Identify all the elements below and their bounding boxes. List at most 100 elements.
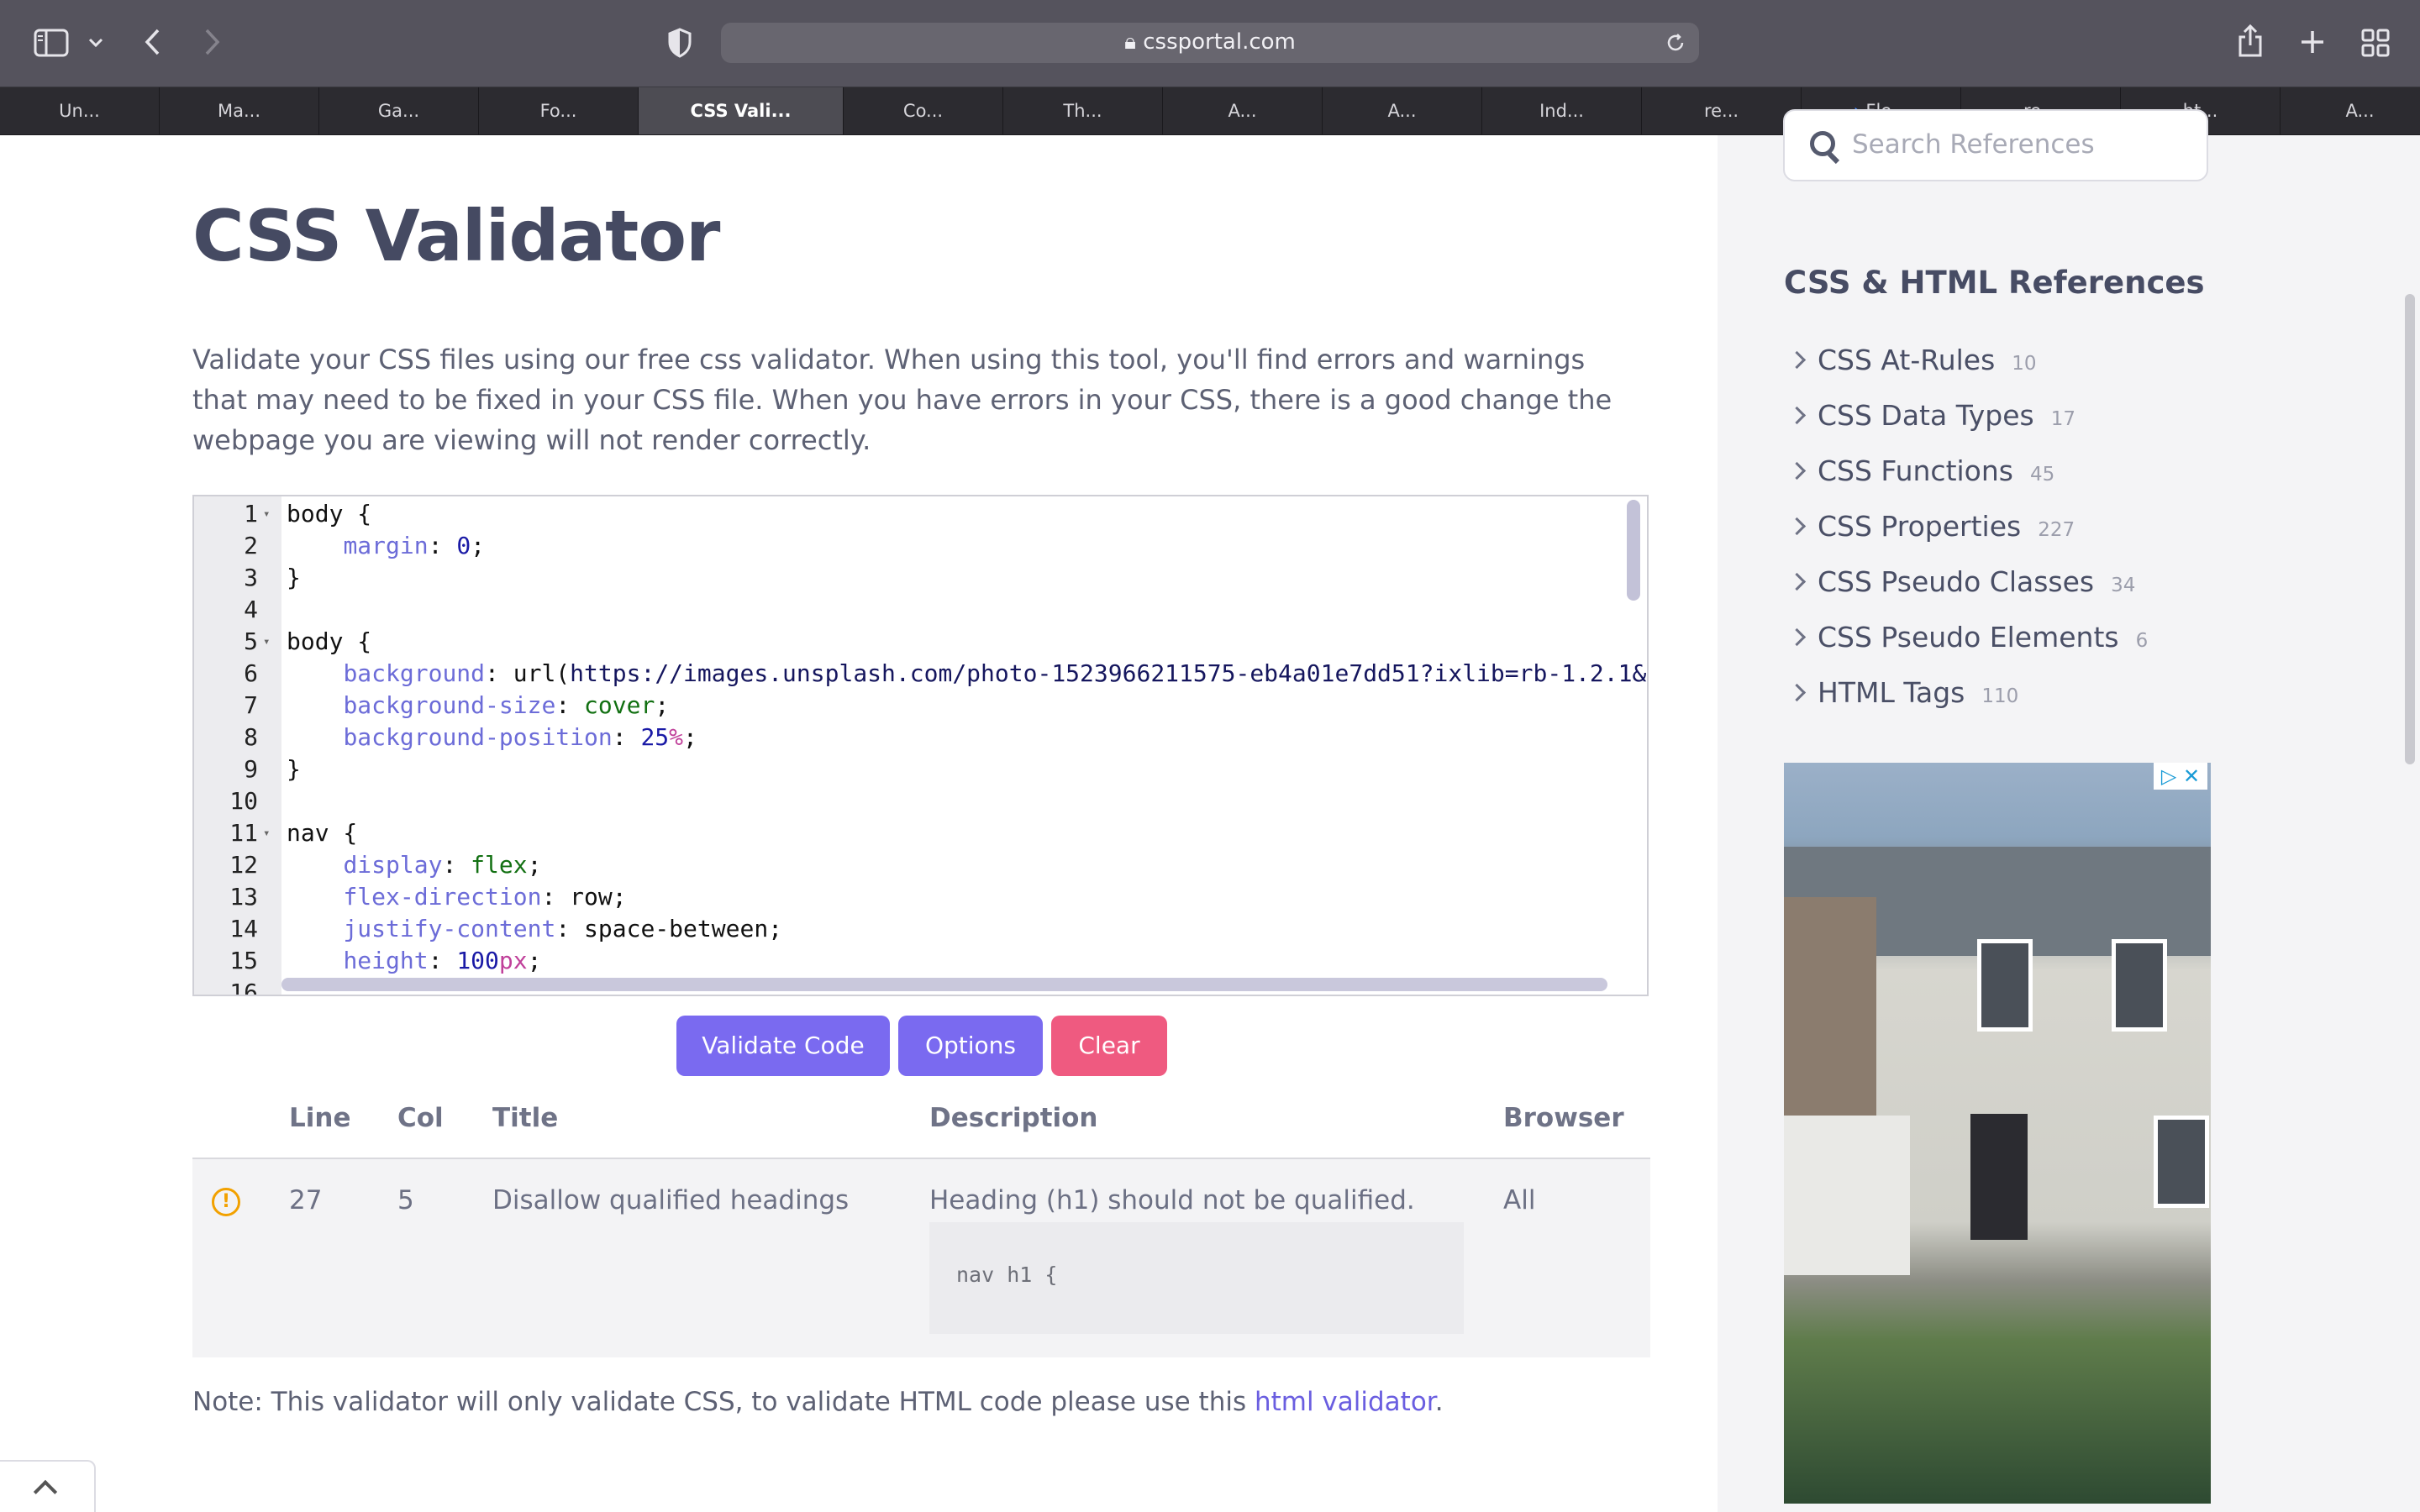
line-number: 7 — [244, 691, 258, 719]
lock-icon: 🔒︎ — [1124, 29, 1144, 55]
line-number: 14 — [229, 915, 258, 942]
note-text: Note: This validator will only validate … — [192, 1387, 1444, 1417]
result-line: 27 — [289, 1185, 323, 1215]
tab[interactable]: Co... — [844, 87, 1003, 134]
code-text: nav { — [287, 819, 358, 847]
line-number: 16 — [229, 979, 258, 996]
tab[interactable]: Ind... — [1482, 87, 1642, 134]
reference-count: 17 — [2050, 408, 2075, 430]
reference-count: 45 — [2029, 464, 2055, 486]
forward-icon[interactable] — [202, 27, 222, 57]
tab-label: Ind... — [1539, 101, 1584, 121]
column-header-col: Col — [397, 1103, 444, 1133]
reference-label: CSS Pseudo Elements — [1818, 621, 2119, 654]
page-scrollbar[interactable] — [2405, 294, 2415, 764]
column-header-browser: Browser — [1503, 1103, 1624, 1133]
close-icon[interactable]: ✕ — [2183, 764, 2200, 788]
advertisement-image[interactable]: ▷ ✕ — [1784, 763, 2211, 1504]
tab[interactable]: A... — [1323, 87, 1482, 134]
collapse-button[interactable] — [0, 1460, 96, 1512]
reference-count: 34 — [2111, 575, 2136, 596]
tab[interactable]: CSS Vali... — [639, 87, 844, 134]
reference-label: CSS Functions — [1818, 454, 2013, 487]
line-number: 11 — [229, 819, 258, 847]
ad-door — [1970, 1114, 2028, 1240]
line-number: 3 — [244, 564, 258, 591]
sidebar-icon[interactable] — [34, 29, 69, 57]
line-number: 12 — [229, 851, 258, 879]
tab[interactable]: Th... — [1003, 87, 1163, 134]
code-text: background-size: cover; — [343, 691, 670, 719]
tab-label: Un... — [59, 101, 100, 121]
css-code-editor[interactable]: 1 ▾ body {2 margin: 0; 3} 4 5 ▾ body {6 backgro… — [192, 495, 1649, 996]
code-text: } — [287, 755, 301, 783]
line-number: 2 — [244, 532, 258, 559]
adchoices-icon[interactable]: ▷ — [2161, 764, 2176, 788]
privacy-shield-icon[interactable] — [667, 28, 692, 58]
tab[interactable]: A... — [2281, 87, 2420, 134]
line-number: 1 — [244, 500, 258, 528]
code-text: margin: 0; — [343, 532, 486, 559]
code-text: body { — [287, 500, 372, 528]
tab[interactable]: A... — [1163, 87, 1323, 134]
search-references-input[interactable]: Search References — [1783, 109, 2208, 181]
reference-count: 227 — [2038, 519, 2075, 541]
line-number: 5 — [244, 627, 258, 655]
fold-icon[interactable]: ▾ — [263, 498, 270, 530]
page-title: CSS Validator — [192, 195, 720, 277]
tab-label: A... — [1228, 101, 1257, 121]
warning-icon: ! — [212, 1188, 240, 1216]
tab[interactable]: Fo... — [479, 87, 639, 134]
fold-icon[interactable]: ▾ — [263, 817, 270, 849]
editor-vertical-scrollbar[interactable] — [1627, 500, 1640, 601]
clear-button[interactable]: Clear — [1051, 1016, 1167, 1076]
line-number: 15 — [229, 947, 258, 974]
code-snippet-text: nav h1 { — [956, 1263, 1058, 1287]
result-title: Disallow qualified headings — [492, 1185, 850, 1215]
reference-count: 6 — [2135, 630, 2149, 652]
code-text: body { — [287, 627, 372, 655]
line-number: 4 — [244, 596, 258, 623]
tab-label: Ma... — [217, 101, 260, 121]
ad-window — [1977, 939, 2033, 1032]
tab-label: Th... — [1063, 101, 1102, 121]
browser-toolbar: 🔒︎ cssportal.com — [0, 0, 2420, 87]
validate-code-button[interactable]: Validate Code — [676, 1016, 890, 1076]
reload-icon[interactable] — [1665, 33, 1686, 53]
reference-label: CSS Data Types — [1818, 399, 2034, 432]
reference-label: CSS Properties — [1818, 510, 2022, 543]
result-description: Heading (h1) should not be qualified. — [929, 1185, 1415, 1215]
html-validator-link[interactable]: html validator — [1255, 1387, 1435, 1417]
column-header-line: Line — [289, 1103, 351, 1133]
tab-label: re... — [1703, 101, 1739, 121]
tab[interactable]: Un... — [0, 87, 160, 134]
tab[interactable]: Ga... — [319, 87, 479, 134]
editor-horizontal-scrollbar[interactable] — [281, 978, 1607, 991]
code-text: } — [287, 564, 301, 591]
options-button[interactable]: Options — [898, 1016, 1043, 1076]
fold-icon[interactable]: ▾ — [263, 626, 270, 658]
column-header-title: Title — [492, 1103, 559, 1133]
code-text: flex-direction: row; — [343, 883, 627, 911]
line-number: 6 — [244, 659, 258, 687]
tab-label: Fo... — [539, 101, 577, 121]
note-body: Note: This validator will only validate … — [192, 1387, 1255, 1417]
result-col: 5 — [397, 1185, 414, 1215]
share-icon[interactable] — [2237, 24, 2264, 59]
reference-label: CSS At-Rules — [1818, 344, 1996, 376]
reference-label: HTML Tags — [1818, 676, 1965, 709]
line-number: 9 — [244, 755, 258, 783]
address-bar[interactable]: 🔒︎ cssportal.com — [721, 23, 1699, 63]
code-text: height: 100px; — [343, 947, 542, 974]
tab-label: A... — [1387, 101, 1417, 121]
back-icon[interactable] — [143, 27, 163, 57]
chevron-down-icon[interactable] — [87, 37, 104, 49]
tab-overview-icon[interactable] — [2361, 29, 2390, 57]
url-text: cssportal.com — [1143, 29, 1296, 55]
url-display: 🔒︎ cssportal.com — [721, 29, 1699, 55]
new-tab-icon[interactable] — [2299, 29, 2326, 55]
tab[interactable]: re... — [1642, 87, 1802, 134]
ad-badges[interactable]: ▷ ✕ — [2154, 763, 2207, 790]
code-text: background: url(https://images.unsplash.… — [343, 659, 1647, 687]
tab[interactable]: Ma... — [160, 87, 319, 134]
